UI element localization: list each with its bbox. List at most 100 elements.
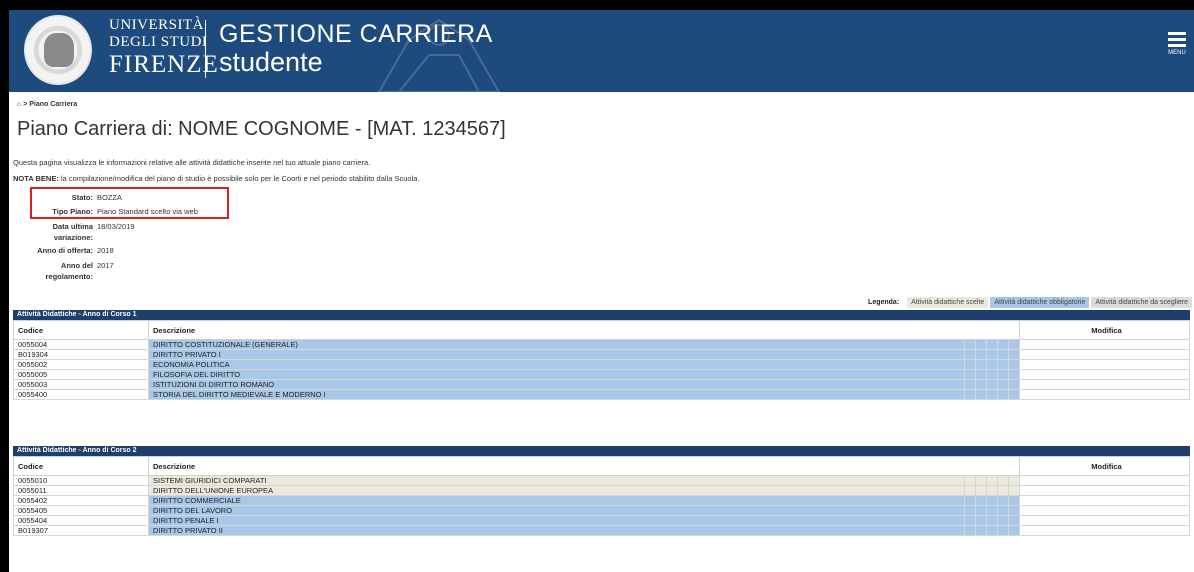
breadcrumb: ⌂ > Piano Carriera (17, 101, 77, 108)
table-row[interactable]: 0055010 SISTEMI GIURIDICI COMPARATI (13, 475, 1190, 486)
cell-attribute (997, 485, 1009, 496)
cell-descrizione: DIRITTO DEL LAVORO (148, 505, 965, 516)
hamburger-icon-bar (1168, 38, 1186, 41)
cell-modifica[interactable] (1019, 495, 1190, 506)
cell-descrizione: STORIA DEL DIRITTO MEDIEVALE E MODERNO I (148, 389, 965, 400)
cell-modifica[interactable] (1019, 475, 1190, 486)
table-row[interactable]: 0055405 DIRITTO DEL LAVORO (13, 505, 1190, 516)
cell-attribute (1008, 339, 1020, 350)
cell-modifica[interactable] (1019, 349, 1190, 360)
cell-attribute (975, 389, 987, 400)
cell-attribute (964, 515, 976, 526)
table-row[interactable]: 0055002 ECONOMIA POLITICA (13, 359, 1190, 370)
menu-button[interactable]: MENU (1166, 32, 1188, 56)
cell-attribute (1008, 515, 1020, 526)
table-row[interactable]: B019304 DIRITTO PRIVATO I (13, 349, 1190, 360)
table-anno-1-title: Attività Didattiche - Anno di Corso 1 (13, 310, 1190, 320)
table-row[interactable]: 0055005 FILOSOFIA DEL DIRITTO (13, 369, 1190, 380)
table-row[interactable]: 0055404 DIRITTO PENALE I (13, 515, 1190, 526)
col-descrizione: Descrizione (148, 456, 1020, 476)
cell-descrizione: ECONOMIA POLITICA (148, 359, 965, 370)
cell-attribute (964, 505, 976, 516)
cell-descrizione: DIRITTO COMMERCIALE (148, 495, 965, 506)
app-title: GESTIONE CARRIERA studente (219, 22, 493, 76)
cell-modifica[interactable] (1019, 515, 1190, 526)
cell-modifica[interactable] (1019, 525, 1190, 536)
cell-attribute (964, 495, 976, 506)
note-label: NOTA BENE: (13, 174, 59, 183)
cell-descrizione: DIRITTO PRIVATO II (148, 525, 965, 536)
cell-attribute (997, 475, 1009, 486)
cell-attribute (1008, 525, 1020, 536)
anno-regolamento-label-1: Anno del (60, 261, 93, 270)
cell-attribute (986, 505, 998, 516)
cell-modifica[interactable] (1019, 379, 1190, 390)
cell-codice: 0055003 (13, 379, 149, 390)
cell-codice: B019307 (13, 525, 149, 536)
cell-descrizione: DIRITTO DELL'UNIONE EUROPEA (148, 485, 965, 496)
cell-codice: 0055004 (13, 339, 149, 350)
table-row[interactable]: 0055003 ISTITUZIONI DI DIRITTO ROMANO (13, 379, 1190, 390)
cell-attribute (975, 515, 987, 526)
cell-modifica[interactable] (1019, 485, 1190, 496)
cell-descrizione: DIRITTO PENALE I (148, 515, 965, 526)
cell-attribute (986, 349, 998, 360)
window-frame-left (0, 0, 9, 572)
cell-attribute (997, 525, 1009, 536)
cell-attribute (986, 379, 998, 390)
table-row[interactable]: 0055004 DIRITTO COSTITUZIONALE (GENERALE) (13, 339, 1190, 350)
cell-attribute (975, 379, 987, 390)
cell-attribute (975, 495, 987, 506)
cell-attribute (1008, 359, 1020, 370)
cell-modifica[interactable] (1019, 389, 1190, 400)
anno-offerta-value: 2018 (97, 246, 114, 255)
university-seal-logo[interactable] (24, 15, 92, 85)
cell-attribute (1008, 495, 1020, 506)
cell-attribute (997, 349, 1009, 360)
table-anno-1-grid: Codice Descrizione Modifica 0055004 DIRIT… (13, 320, 1190, 400)
cell-attribute (1008, 349, 1020, 360)
cell-descrizione: DIRITTO COSTITUZIONALE (GENERALE) (148, 339, 965, 350)
cell-attribute (986, 515, 998, 526)
cell-attribute (1008, 379, 1020, 390)
hamburger-icon-bar (1168, 44, 1186, 47)
cell-attribute (986, 339, 998, 350)
anno-regolamento-value: 2017 (97, 261, 114, 270)
home-icon[interactable]: ⌂ (17, 101, 21, 108)
anno-regolamento-label-2: regolamento: (45, 272, 93, 281)
table-row[interactable]: B019307 DIRITTO PRIVATO II (13, 525, 1190, 536)
col-codice: Codice (13, 320, 149, 340)
cell-attribute (986, 495, 998, 506)
col-modifica: Modifica (1019, 320, 1190, 340)
table-anno-1: Attività Didattiche - Anno di Corso 1 Co… (13, 310, 1190, 400)
university-name-line2: DEGLI STUDI (109, 34, 208, 50)
legend-da-scegliere: Attività didattiche da scegliere (1091, 296, 1192, 308)
cell-attribute (986, 359, 998, 370)
cell-codice: 0055010 (13, 475, 149, 486)
legend: Legenda: Attività didattiche scelte Atti… (868, 296, 1192, 308)
cell-attribute (997, 515, 1009, 526)
app-title-line1: GESTIONE CARRIERA (219, 20, 493, 48)
cell-modifica[interactable] (1019, 369, 1190, 380)
cell-attribute (964, 349, 976, 360)
col-descrizione: Descrizione (148, 320, 1020, 340)
cell-modifica[interactable] (1019, 339, 1190, 350)
data-variazione-value: 18/03/2019 (97, 222, 135, 231)
header-divider (205, 20, 206, 78)
cell-modifica[interactable] (1019, 505, 1190, 516)
table-row[interactable]: 0055402 DIRITTO COMMERCIALE (13, 495, 1190, 506)
highlight-box (30, 187, 229, 219)
breadcrumb-separator: > (23, 101, 28, 108)
cell-attribute (975, 339, 987, 350)
cell-attribute (997, 379, 1009, 390)
table-row[interactable]: 0055011 DIRITTO DELL'UNIONE EUROPEA (13, 485, 1190, 496)
table-row[interactable]: 0055400 STORIA DEL DIRITTO MEDIEVALE E MO… (13, 389, 1190, 400)
university-name[interactable]: UNIVERSITÀ DEGLI STUDI FIRENZE (109, 18, 219, 78)
cell-attribute (986, 389, 998, 400)
cell-attribute (1008, 505, 1020, 516)
cell-attribute (1008, 369, 1020, 380)
cell-attribute (997, 359, 1009, 370)
cell-attribute (986, 485, 998, 496)
cell-modifica[interactable] (1019, 359, 1190, 370)
cell-attribute (975, 349, 987, 360)
